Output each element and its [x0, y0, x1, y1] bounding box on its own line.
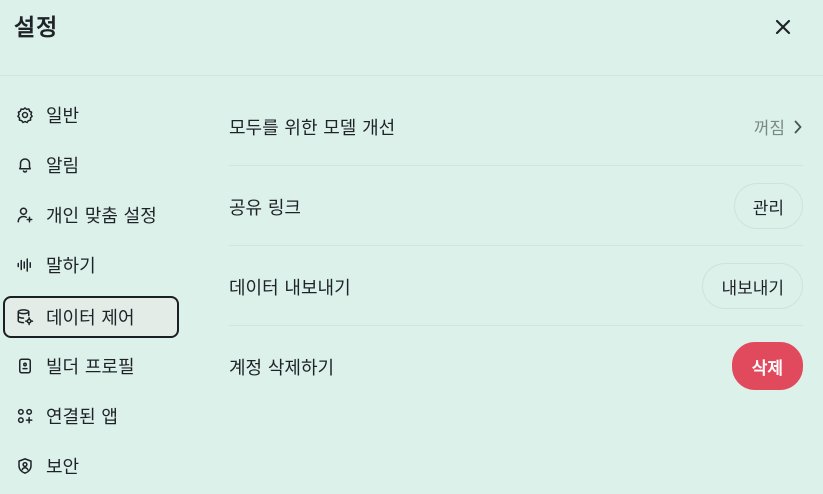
settings-header: 설정 [0, 0, 823, 76]
apps-grid-icon [15, 406, 35, 426]
export-data-button[interactable]: 내보내기 [702, 263, 803, 309]
page-title: 설정 [14, 15, 59, 41]
improve-model-toggle-link[interactable]: 꺼짐 [754, 114, 803, 139]
sidebar-item-security[interactable]: 보안 [3, 445, 179, 487]
database-gear-icon [15, 307, 35, 327]
sidebar-item-label: 빌더 프로필 [46, 357, 135, 378]
delete-account-button[interactable]: 삭제 [731, 342, 803, 390]
sidebar-item-label: 일반 [46, 106, 80, 127]
settings-row-improve-model: 모두를 위한 모델 개선 꺼짐 [229, 86, 803, 166]
waveform-icon [15, 255, 35, 275]
person-sparkle-icon [15, 205, 35, 225]
chevron-right-icon [794, 120, 802, 133]
close-icon[interactable] [775, 19, 791, 35]
gear-icon [15, 105, 35, 125]
id-badge-icon [15, 356, 35, 376]
sidebar-item-label: 개인 맞춤 설정 [46, 206, 157, 227]
settings-row-export-data: 데이터 내보내기 내보내기 [229, 246, 803, 326]
settings-row-delete-account: 계정 삭제하기 삭제 [229, 326, 803, 406]
sidebar-item-label: 데이터 제어 [46, 308, 135, 329]
shield-person-icon [15, 456, 35, 476]
manage-shared-links-button[interactable]: 관리 [733, 183, 803, 229]
sidebar-item-builder-profile[interactable]: 빌더 프로필 [3, 345, 179, 387]
settings-row-shared-links: 공유 링크 관리 [229, 166, 803, 246]
sidebar-item-connected-apps[interactable]: 연결된 앱 [3, 395, 179, 437]
sidebar-item-speech[interactable]: 말하기 [3, 244, 179, 286]
row-value: 꺼짐 [753, 119, 785, 139]
close-button[interactable] [768, 12, 798, 42]
row-label: 데이터 내보내기 [229, 278, 351, 299]
sidebar-item-general[interactable]: 일반 [3, 94, 179, 136]
sidebar-item-label: 보안 [46, 457, 80, 478]
sidebar-item-data-controls[interactable]: 데이터 제어 [3, 296, 179, 338]
bell-icon [15, 155, 35, 175]
row-label: 계정 삭제하기 [229, 358, 335, 379]
sidebar-item-personalization[interactable]: 개인 맞춤 설정 [3, 194, 179, 236]
sidebar-item-label: 연결된 앱 [46, 407, 118, 428]
row-label: 공유 링크 [229, 198, 301, 219]
sidebar-item-notifications[interactable]: 알림 [3, 144, 179, 186]
sidebar-item-label: 알림 [46, 156, 80, 177]
sidebar-item-label: 말하기 [46, 256, 96, 277]
row-label: 모두를 위한 모델 개선 [229, 118, 396, 139]
